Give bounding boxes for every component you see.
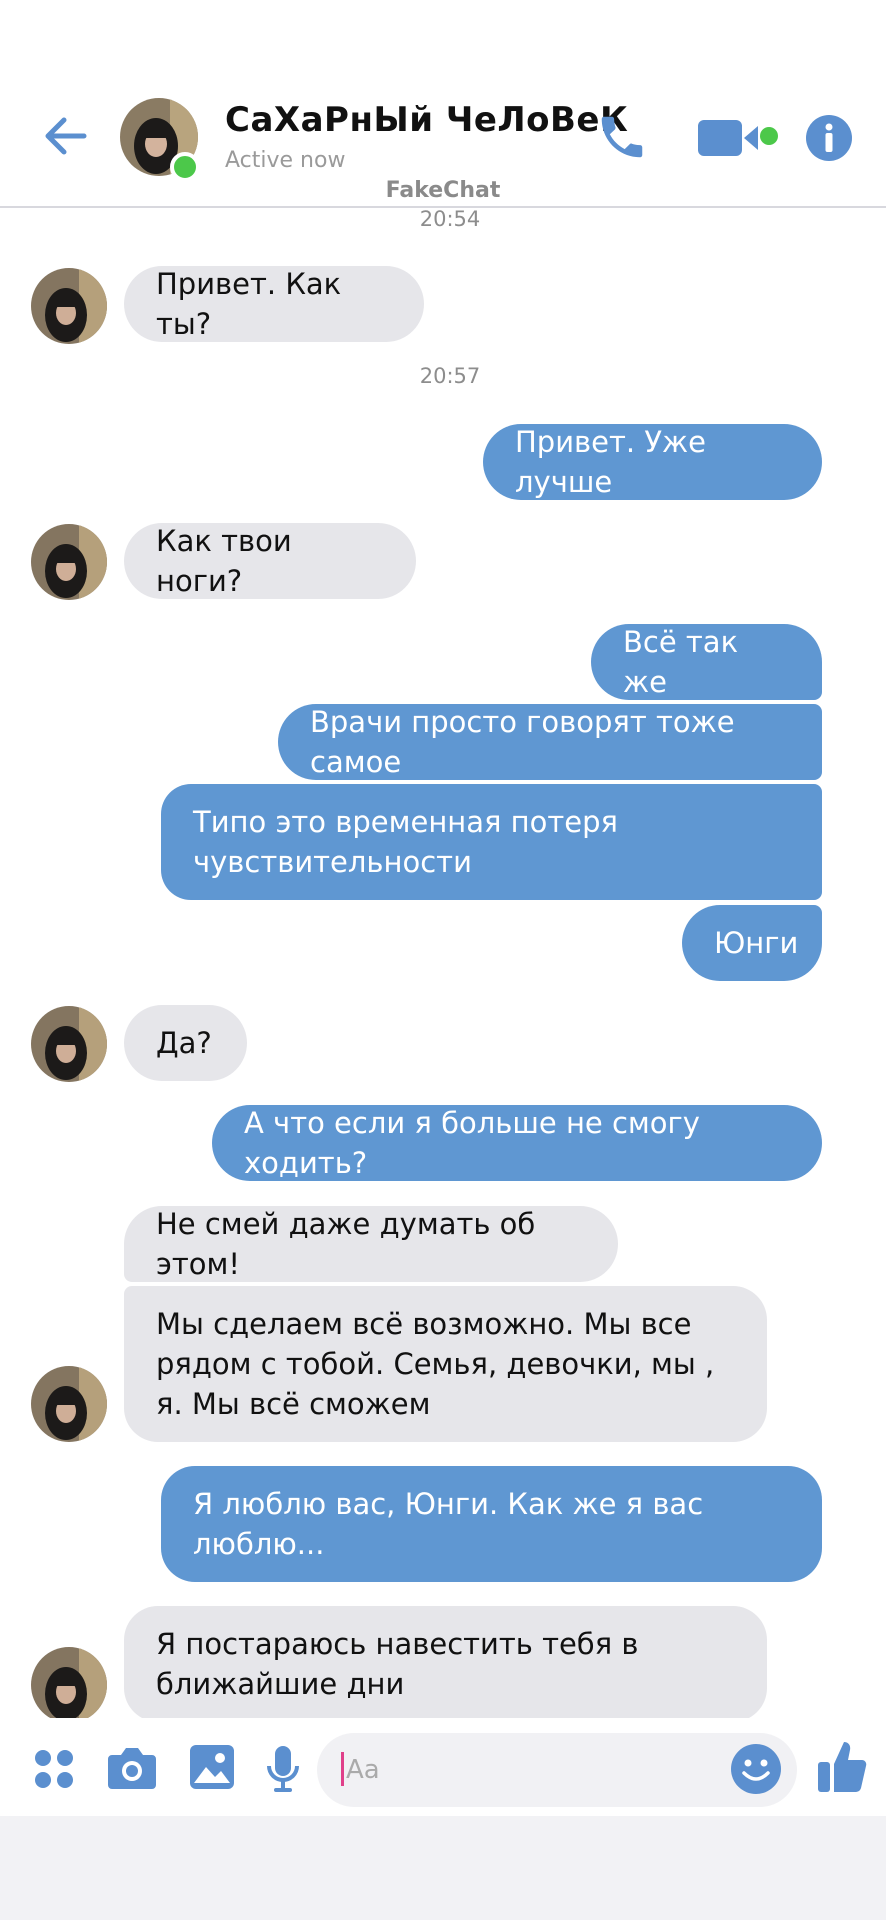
chat-header: СаХаРнЫй ЧеЛоВеК Active now [0, 0, 886, 208]
camera-icon[interactable] [106, 1745, 158, 1791]
outgoing-message[interactable]: Я люблю вас, Юнги. Как же я вас люблю... [161, 1466, 822, 1582]
arrow-left-icon[interactable] [40, 110, 92, 162]
outgoing-message[interactable]: А что если я больше не смогу ходить? [212, 1105, 822, 1181]
outgoing-message[interactable]: Всё так же [591, 624, 822, 700]
incoming-message[interactable]: Как твои ноги? [124, 523, 416, 599]
thumbs-up-icon[interactable] [816, 1738, 868, 1794]
timestamp: 20:57 [419, 364, 481, 388]
video-camera-icon[interactable] [696, 116, 788, 160]
message-input[interactable] [317, 1733, 797, 1807]
incoming-message[interactable]: Мы сделаем всё возможно. Мы все рядом с … [124, 1286, 767, 1442]
timestamp: 20:54 [419, 207, 481, 231]
outgoing-message[interactable]: Юнги [682, 905, 822, 981]
sender-avatar[interactable] [31, 1366, 107, 1442]
incoming-message[interactable]: Я постараюсь навестить тебя в ближайшие … [124, 1606, 767, 1722]
image-icon[interactable] [188, 1743, 236, 1791]
sender-avatar[interactable] [31, 1647, 107, 1723]
grid-icon[interactable] [33, 1748, 75, 1790]
phone-icon[interactable] [595, 110, 649, 164]
info-icon[interactable] [805, 114, 853, 162]
text-caret [341, 1752, 344, 1786]
sender-avatar[interactable] [31, 524, 107, 600]
sender-avatar[interactable] [31, 1006, 107, 1082]
incoming-message[interactable]: Не смей даже думать об этом! [124, 1206, 618, 1282]
sender-avatar[interactable] [31, 268, 107, 344]
outgoing-message[interactable]: Врачи просто говорят тоже самое [278, 704, 822, 780]
outgoing-message[interactable]: Типо это временная потеря чувствительнос… [161, 784, 822, 900]
bottom-area [0, 1816, 886, 1920]
watermark: FakeChat [385, 178, 501, 203]
microphone-icon[interactable] [266, 1744, 300, 1794]
smiley-icon[interactable] [730, 1743, 782, 1795]
active-status: Active now [225, 148, 346, 173]
contact-name[interactable]: СаХаРнЫй ЧеЛоВеК [225, 100, 628, 140]
incoming-message[interactable]: Привет. Как ты? [124, 266, 424, 342]
incoming-message[interactable]: Да? [124, 1005, 247, 1081]
outgoing-message[interactable]: Привет. Уже лучше [483, 424, 822, 500]
message-input-placeholder: Aa [346, 1755, 380, 1785]
